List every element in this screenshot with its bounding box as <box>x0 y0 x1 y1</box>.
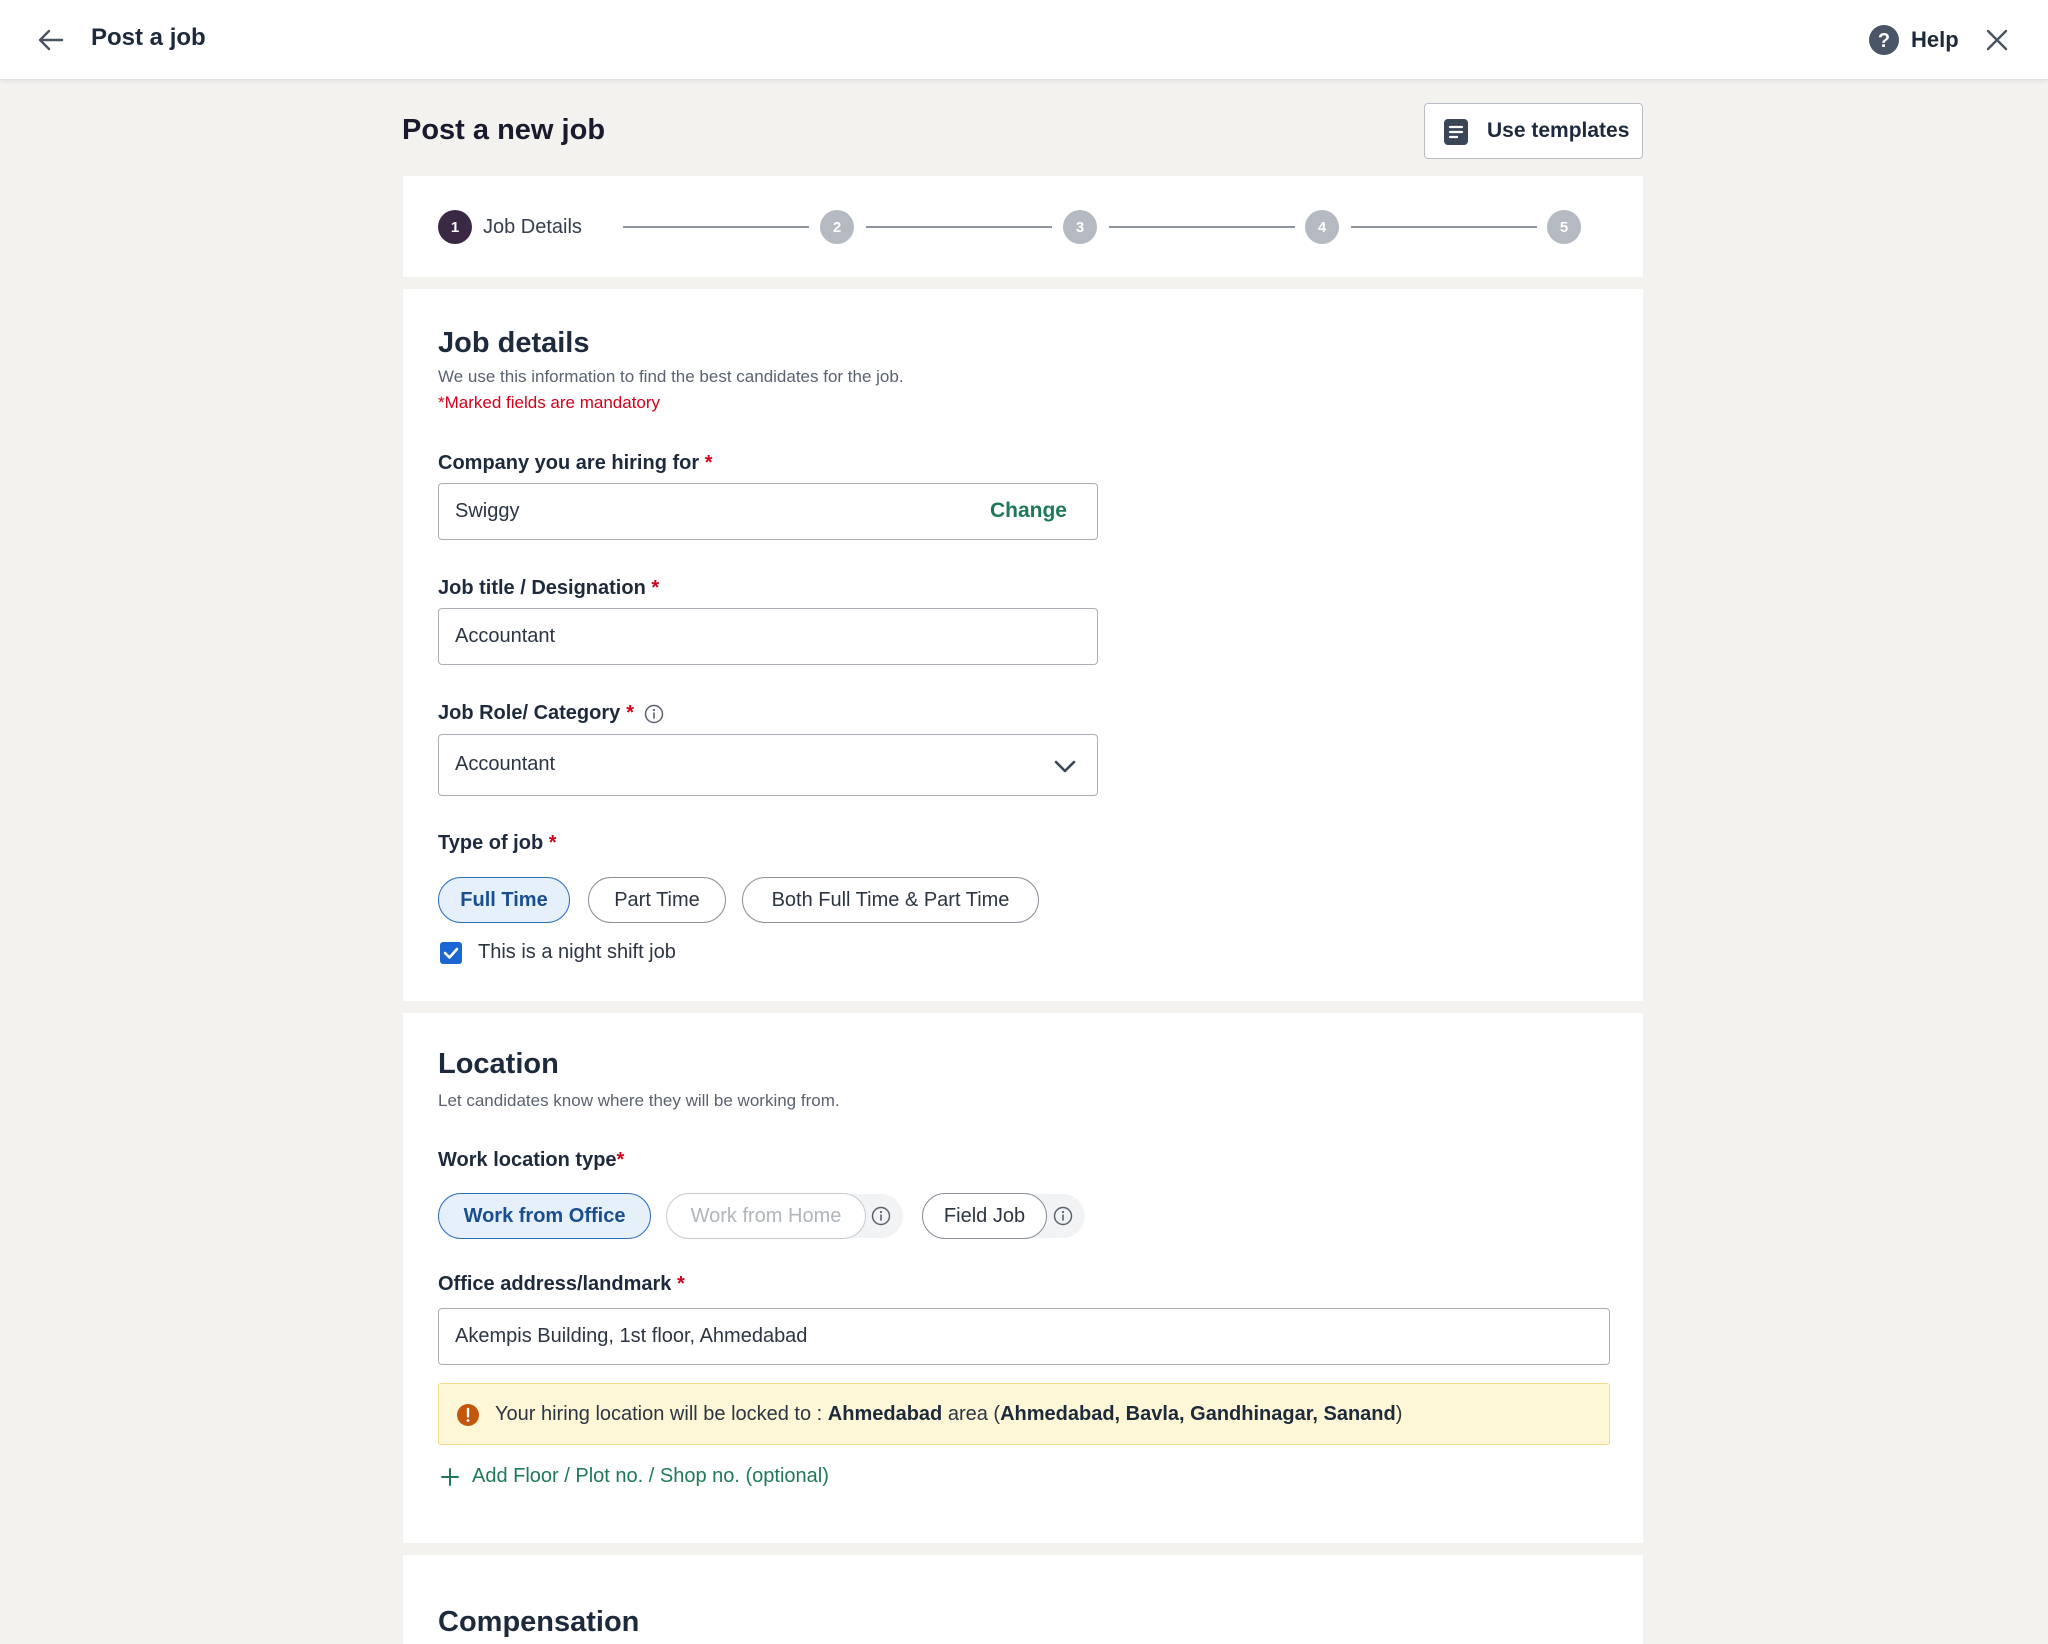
close-icon[interactable] <box>1983 26 2011 54</box>
field-job-option[interactable]: Field Job <box>922 1193 1047 1239</box>
hiring-location-message: Your hiring location will be locked to :… <box>495 1403 1403 1425</box>
plus-icon <box>441 1467 459 1486</box>
chevron-down-icon <box>1054 760 1076 773</box>
location-section: Location Let candidates know where they … <box>403 1013 1643 1543</box>
step-1-circle: 1 <box>438 210 472 244</box>
company-input[interactable]: Swiggy Change <box>438 483 1098 540</box>
add-floor-link[interactable]: Add Floor / Plot no. / Shop no. (optiona… <box>440 1465 829 1488</box>
night-shift-checkbox[interactable] <box>440 942 462 964</box>
step-connector <box>1109 226 1295 228</box>
top-bar: Post a job ? Help <box>0 0 2048 80</box>
checkmark-icon <box>443 947 459 959</box>
job-type-both[interactable]: Both Full Time & Part Time <box>742 877 1039 923</box>
work-location-type-label: Work location type* <box>438 1149 625 1171</box>
info-icon <box>1053 1206 1073 1226</box>
location-subtitle: Let candidates know where they will be w… <box>438 1091 840 1110</box>
office-address-value: Akempis Building, 1st floor, Ahmedabad <box>455 1325 808 1347</box>
step-4-circle: 4 <box>1305 210 1339 244</box>
job-title-value: Accountant <box>455 625 556 647</box>
compensation-section: Compensation <box>403 1555 1643 1644</box>
night-shift-label: This is a night shift job <box>478 941 676 963</box>
help-link[interactable]: Help <box>1911 27 1959 53</box>
job-title-input[interactable]: Accountant <box>438 608 1098 665</box>
page-title: Post a new job <box>402 114 606 146</box>
warning-icon <box>457 1404 479 1426</box>
help-icon[interactable]: ? <box>1868 24 1900 56</box>
change-company-link[interactable]: Change <box>990 499 1067 523</box>
step-connector <box>623 226 809 228</box>
info-icon[interactable] <box>644 704 664 724</box>
job-role-value: Accountant <box>455 753 556 775</box>
back-arrow-icon[interactable] <box>36 25 66 55</box>
job-role-select[interactable]: Accountant <box>438 734 1098 796</box>
job-role-label: Job Role/ Category * <box>438 702 664 725</box>
work-from-home-option[interactable]: Work from Home <box>666 1193 866 1239</box>
job-title-label: Job title / Designation * <box>438 577 660 599</box>
job-details-subtitle: We use this information to find the best… <box>438 367 904 386</box>
step-3-circle: 3 <box>1063 210 1097 244</box>
job-type-part-time[interactable]: Part Time <box>588 877 726 923</box>
svg-text:?: ? <box>1878 30 1890 52</box>
info-icon <box>871 1206 891 1226</box>
step-2-circle: 2 <box>820 210 854 244</box>
job-type-full-time[interactable]: Full Time <box>438 877 570 923</box>
job-type-label: Type of job * <box>438 832 557 854</box>
step-1-label: Job Details <box>483 216 582 238</box>
progress-stepper: 1 Job Details 2 3 4 5 <box>403 176 1643 277</box>
mandatory-note: *Marked fields are mandatory <box>438 393 661 412</box>
work-from-office-option[interactable]: Work from Office <box>438 1193 651 1239</box>
compensation-title: Compensation <box>438 1606 640 1638</box>
office-address-input[interactable]: Akempis Building, 1st floor, Ahmedabad <box>438 1308 1610 1365</box>
job-details-section: Job details We use this information to f… <box>403 289 1643 1001</box>
document-icon <box>1444 119 1468 145</box>
step-5-circle: 5 <box>1547 210 1581 244</box>
office-address-label: Office address/landmark * <box>438 1273 685 1295</box>
company-value: Swiggy <box>455 500 520 522</box>
step-connector <box>1351 226 1537 228</box>
hiring-location-banner: Your hiring location will be locked to :… <box>438 1383 1610 1445</box>
use-templates-label: Use templates <box>1487 119 1630 142</box>
company-label: Company you are hiring for * <box>438 452 713 474</box>
step-connector <box>866 226 1052 228</box>
use-templates-button[interactable]: Use templates <box>1424 103 1643 159</box>
topbar-title: Post a job <box>91 24 206 51</box>
location-title: Location <box>438 1048 559 1080</box>
job-details-title: Job details <box>438 327 590 359</box>
